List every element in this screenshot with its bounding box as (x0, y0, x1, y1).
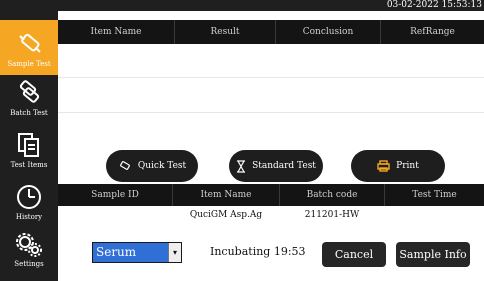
sidebar-item-label: History (15, 213, 43, 221)
sidebar: Sample Test Batch Test Test Items Histor… (0, 0, 58, 281)
item-name-cell: QuciGM Asp.Ag (189, 210, 263, 220)
sample-table-header: Sample ID Item Name Batch code Test Time (58, 184, 484, 206)
column-header: Result (175, 20, 276, 44)
incubation-status: Incubating 19:53 (210, 245, 306, 258)
table-divider (58, 77, 484, 78)
gears-icon (16, 233, 42, 257)
result-table-header: Item Name Result Conclusion RefRange (58, 20, 484, 44)
sidebar-item-label: Batch Test (10, 109, 48, 117)
sample-info-button[interactable]: Sample Info (396, 242, 470, 267)
sidebar-item-batch-test[interactable]: Batch Test (0, 77, 58, 129)
cancel-button[interactable]: Cancel (322, 242, 386, 267)
column-header: Item Name (58, 20, 175, 44)
sample-type-select[interactable]: Serum ▾ (92, 242, 182, 263)
sidebar-item-label: Sample Test (7, 60, 51, 68)
column-header: Conclusion (276, 20, 381, 44)
syringe-icon (19, 33, 41, 53)
printer-icon (377, 160, 390, 172)
standard-test-label: Standard Test (252, 161, 316, 171)
sidebar-item-label: Settings (14, 260, 44, 268)
quick-test-label: Quick Test (137, 161, 187, 171)
column-header: RefRange (410, 27, 455, 37)
sidebar-item-history[interactable]: History (0, 183, 58, 231)
column-header: Item Name (173, 184, 280, 206)
table-divider (58, 112, 484, 113)
dropdown-arrow-icon[interactable]: ▾ (168, 243, 181, 262)
syringe-icon (119, 161, 130, 170)
sidebar-item-settings[interactable]: Settings (0, 232, 58, 281)
standard-test-button[interactable]: Standard Test (229, 150, 323, 182)
sidebar-item-sample-test[interactable]: Sample Test (0, 20, 58, 75)
column-header: Test Time (412, 190, 457, 200)
print-button[interactable]: Print (351, 150, 445, 182)
sample-type-value: Serum (96, 245, 137, 259)
top-status-bar: 03-02-2022 15:53:13 (58, 0, 484, 11)
batch-code-cell: 211201-HW (304, 210, 360, 220)
print-label: Print (396, 161, 419, 171)
column-header: Batch code (280, 184, 385, 206)
documents-icon (18, 133, 39, 157)
sidebar-item-label: Test Items (10, 161, 48, 169)
datetime: 03-02-2022 15:53:13 (386, 0, 482, 10)
clock-icon (17, 185, 41, 209)
batch-icon (19, 80, 40, 103)
quick-test-button[interactable]: Quick Test (106, 150, 198, 182)
column-header: Sample ID (58, 184, 173, 206)
sidebar-item-test-items[interactable]: Test Items (0, 131, 58, 181)
hourglass-icon (237, 159, 246, 173)
